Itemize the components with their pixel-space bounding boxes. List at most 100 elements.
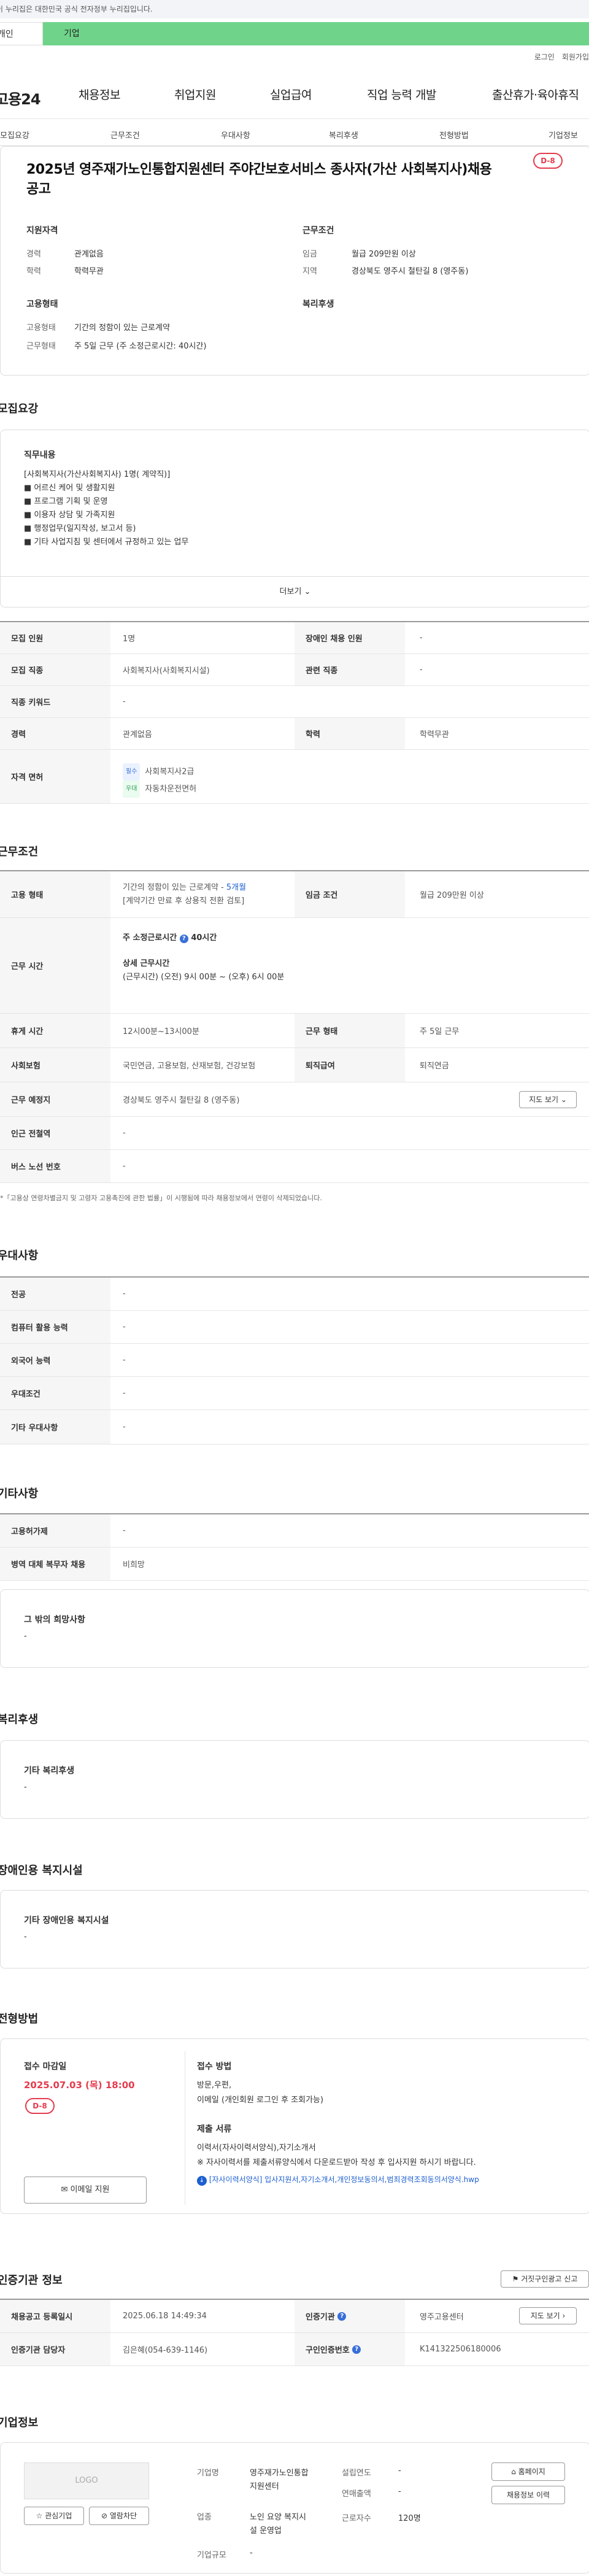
- military-value: 비희망: [123, 1560, 145, 1570]
- detail-hours-value: (근무시간) (오전) 9시 00분 ~ (오후) 6시 00분: [123, 973, 285, 982]
- emp-type: 기간의 정함이 있는 근로계약 -: [123, 883, 226, 892]
- docs-download-link[interactable]: ↓ [자사이력서양식] 입사지원서,자기소개서,개인정보동의서,범죄경력조회동의…: [197, 2174, 479, 2186]
- bus-label: 버스 노선 번호: [0, 1150, 110, 1182]
- block-company-button[interactable]: ⊘ 열람차단: [89, 2507, 149, 2525]
- table-row: 고용허가제 -: [0, 1514, 589, 1548]
- deadline-value: 2025.07.03 (목) 18:00: [24, 2080, 135, 2091]
- subnav-apply[interactable]: 전형방법: [439, 129, 469, 141]
- pref-value: -: [123, 1289, 126, 1298]
- biz-label: 업종: [197, 2513, 212, 2522]
- disab-other-value: -: [24, 1932, 27, 1942]
- subnav-company[interactable]: 기업정보: [549, 129, 578, 141]
- subnav-recruit[interactable]: 모집요강: [0, 129, 29, 141]
- subnav-pref[interactable]: 우대사항: [221, 129, 250, 141]
- gnb-item-jobs[interactable]: 채용정보: [79, 86, 120, 102]
- global-nav: 고용24 채용정보 취업지원 실업급여 직업 능력 개발 출산휴가·육아휴직: [0, 72, 589, 119]
- subnav-work[interactable]: 근무조건: [110, 129, 140, 141]
- wage-value: 월급 209만원 이상: [420, 891, 484, 900]
- join-link[interactable]: 회원가입: [562, 53, 589, 61]
- gov-notice-bar: 이 누리집은 대한민국 공식 전자정부 누리집입니다.: [0, 0, 589, 18]
- info-icon[interactable]: ?: [352, 2345, 361, 2354]
- table-row: 모집 직종 사회복지사(사회복지시설) 관련 직종 -: [0, 654, 589, 686]
- report-fake-ad-button[interactable]: ⚑ 거짓구인광고 신고: [501, 2270, 589, 2288]
- home-icon: ⌂: [511, 2467, 516, 2476]
- table-row: 사회보험 국민연금, 고용보험, 산재보험, 건강보험 퇴직급여 퇴직연금: [0, 1048, 589, 1082]
- map-button[interactable]: 지도 보기 ⌄: [519, 1091, 577, 1108]
- insurance-value: 국민연금, 고용보험, 산재보험, 건강보험: [123, 1062, 256, 1071]
- duty-heading: 직무내용: [24, 450, 56, 460]
- table-row: 채용공고 등록일시 2025.06.18 14:49:34 인증기관 ? 영주고…: [0, 2300, 589, 2333]
- pref-label: 우대조건: [0, 1377, 110, 1409]
- id-value: K141322506180006: [420, 2345, 501, 2354]
- info-icon[interactable]: ?: [337, 2312, 347, 2321]
- method-value: 방문,우편,: [197, 2081, 232, 2090]
- welfare-other-heading: 기타 복리후생: [24, 1766, 75, 1776]
- insurance-label: 사회보험: [0, 1048, 110, 1082]
- emptype-value: 기간의 정함이 있는 근로계약: [74, 323, 170, 333]
- table-row: 기타 우대사항 -: [0, 1410, 589, 1444]
- more-button[interactable]: 더보기 ⌄: [1, 576, 589, 607]
- homepage-button[interactable]: ⌂ 홈페이지: [491, 2462, 565, 2481]
- email-apply-button[interactable]: ✉ 이메일 지원: [24, 2177, 147, 2204]
- license-value: 사회복지사2급: [145, 767, 194, 777]
- retire-label: 퇴직급여: [294, 1048, 405, 1082]
- pref-value: -: [123, 1322, 126, 1332]
- count-label: 모집 인원: [0, 622, 110, 654]
- license-list: 필수 사회복지사2급 우대 자동차운전면허: [123, 763, 196, 798]
- chevron-down-icon: ⌄: [560, 1095, 567, 1104]
- org-map-button[interactable]: 지도 보기 ›: [519, 2307, 577, 2324]
- disabled-label: 장애인 채용 인원: [294, 622, 405, 654]
- tab-company[interactable]: 기업: [43, 22, 589, 45]
- docs-note: ※ 자사이력서를 제출서류양식에서 다운로드받아 작성 후 입사지원 하시기 바…: [197, 2158, 476, 2167]
- jobs-label: 채용정보 이력: [506, 2491, 550, 2499]
- gnb-item-training[interactable]: 직업 능력 개발: [367, 86, 436, 102]
- welfare-other-value: -: [24, 1783, 27, 1792]
- disab-heading: 장애인용 복지시설: [0, 1864, 83, 1877]
- table-row: 외국어 능력 -: [0, 1344, 589, 1377]
- job-history-button[interactable]: 채용정보 이력: [491, 2486, 565, 2504]
- star-icon: ☆: [36, 2512, 43, 2520]
- form-value: 주 5일 근무: [420, 1027, 460, 1036]
- staff-label: 근로자수: [342, 2514, 371, 2523]
- edu-label: 학력: [294, 718, 405, 749]
- weekly-hours-label: 주 소정근로시간: [123, 933, 177, 943]
- age-note: *「고용상 연령차별금지 및 고령자 고용촉진에 관한 법률」이 시행됨에 따라…: [0, 1194, 322, 1202]
- id-label-text: 구인인증번호: [306, 2346, 350, 2355]
- login-link[interactable]: 로그인: [534, 53, 555, 61]
- apply-heading: 전형방법: [0, 2013, 39, 2026]
- other-wish-value: -: [24, 1632, 27, 1641]
- tab-individual[interactable]: 개인: [0, 22, 43, 45]
- keyword-value: -: [123, 697, 126, 706]
- tab-individual-label: 개인: [0, 29, 13, 39]
- company-heading: 기업정보: [0, 2416, 39, 2429]
- gnb-item-parental-leave[interactable]: 출산휴가·육아휴직: [492, 86, 579, 102]
- gnb-item-unemployment[interactable]: 실업급여: [270, 86, 312, 102]
- welfare-card: 기타 복리후생 -: [0, 1740, 589, 1819]
- mail-icon: ✉: [61, 2185, 68, 2194]
- report-icon: ⚑: [512, 2275, 519, 2283]
- career-value: 관계없음: [74, 250, 104, 259]
- reg-value: 2025.06.18 14:49:34: [123, 2312, 207, 2321]
- id-label: 구인인증번호 ?: [294, 2333, 405, 2366]
- emp-note: [계약기간 만료 후 상용직 전환 검토]: [123, 897, 245, 906]
- favorite-company-button[interactable]: ☆ 관심기업: [24, 2507, 84, 2525]
- etc-heading: 기타사항: [0, 1487, 39, 1500]
- wage-label: 임금: [302, 250, 317, 259]
- welfare-heading: 복리후생: [302, 299, 334, 309]
- gnb-item-employment-support[interactable]: 취업지원: [174, 86, 216, 102]
- job-summary-card: 2025년 영주재가노인통합지원센터 주야간보호서비스 종사자(가산 사회복지사…: [0, 146, 589, 376]
- table-row: 컴퓨터 활용 능력 -: [0, 1311, 589, 1344]
- mgr-label: 인증기관 담당자: [0, 2333, 110, 2366]
- company-card: LOGO ☆ 관심기업 ⊘ 열람차단 기업명 영주재가노인통합 지원센터 설립연…: [0, 2442, 589, 2574]
- map-button-label: 지도 보기: [529, 1095, 559, 1104]
- other-wish-heading: 그 밖의 희망사항: [24, 1615, 85, 1625]
- pref-label: 컴퓨터 활용 능력: [0, 1311, 110, 1343]
- info-icon[interactable]: ?: [179, 935, 188, 943]
- permit-value: -: [123, 1526, 126, 1535]
- gov-notice: 이 누리집은 대한민국 공식 전자정부 누리집입니다.: [0, 5, 153, 13]
- emp-label: 고용 형태: [0, 871, 110, 917]
- duty-line: ■ 기타 사업지침 및 센터에서 규정하고 있는 업무: [24, 538, 189, 547]
- form-label: 근무 형태: [294, 1014, 405, 1047]
- site-logo[interactable]: 고용24: [0, 87, 41, 109]
- subnav-welfare[interactable]: 복리후생: [329, 129, 358, 141]
